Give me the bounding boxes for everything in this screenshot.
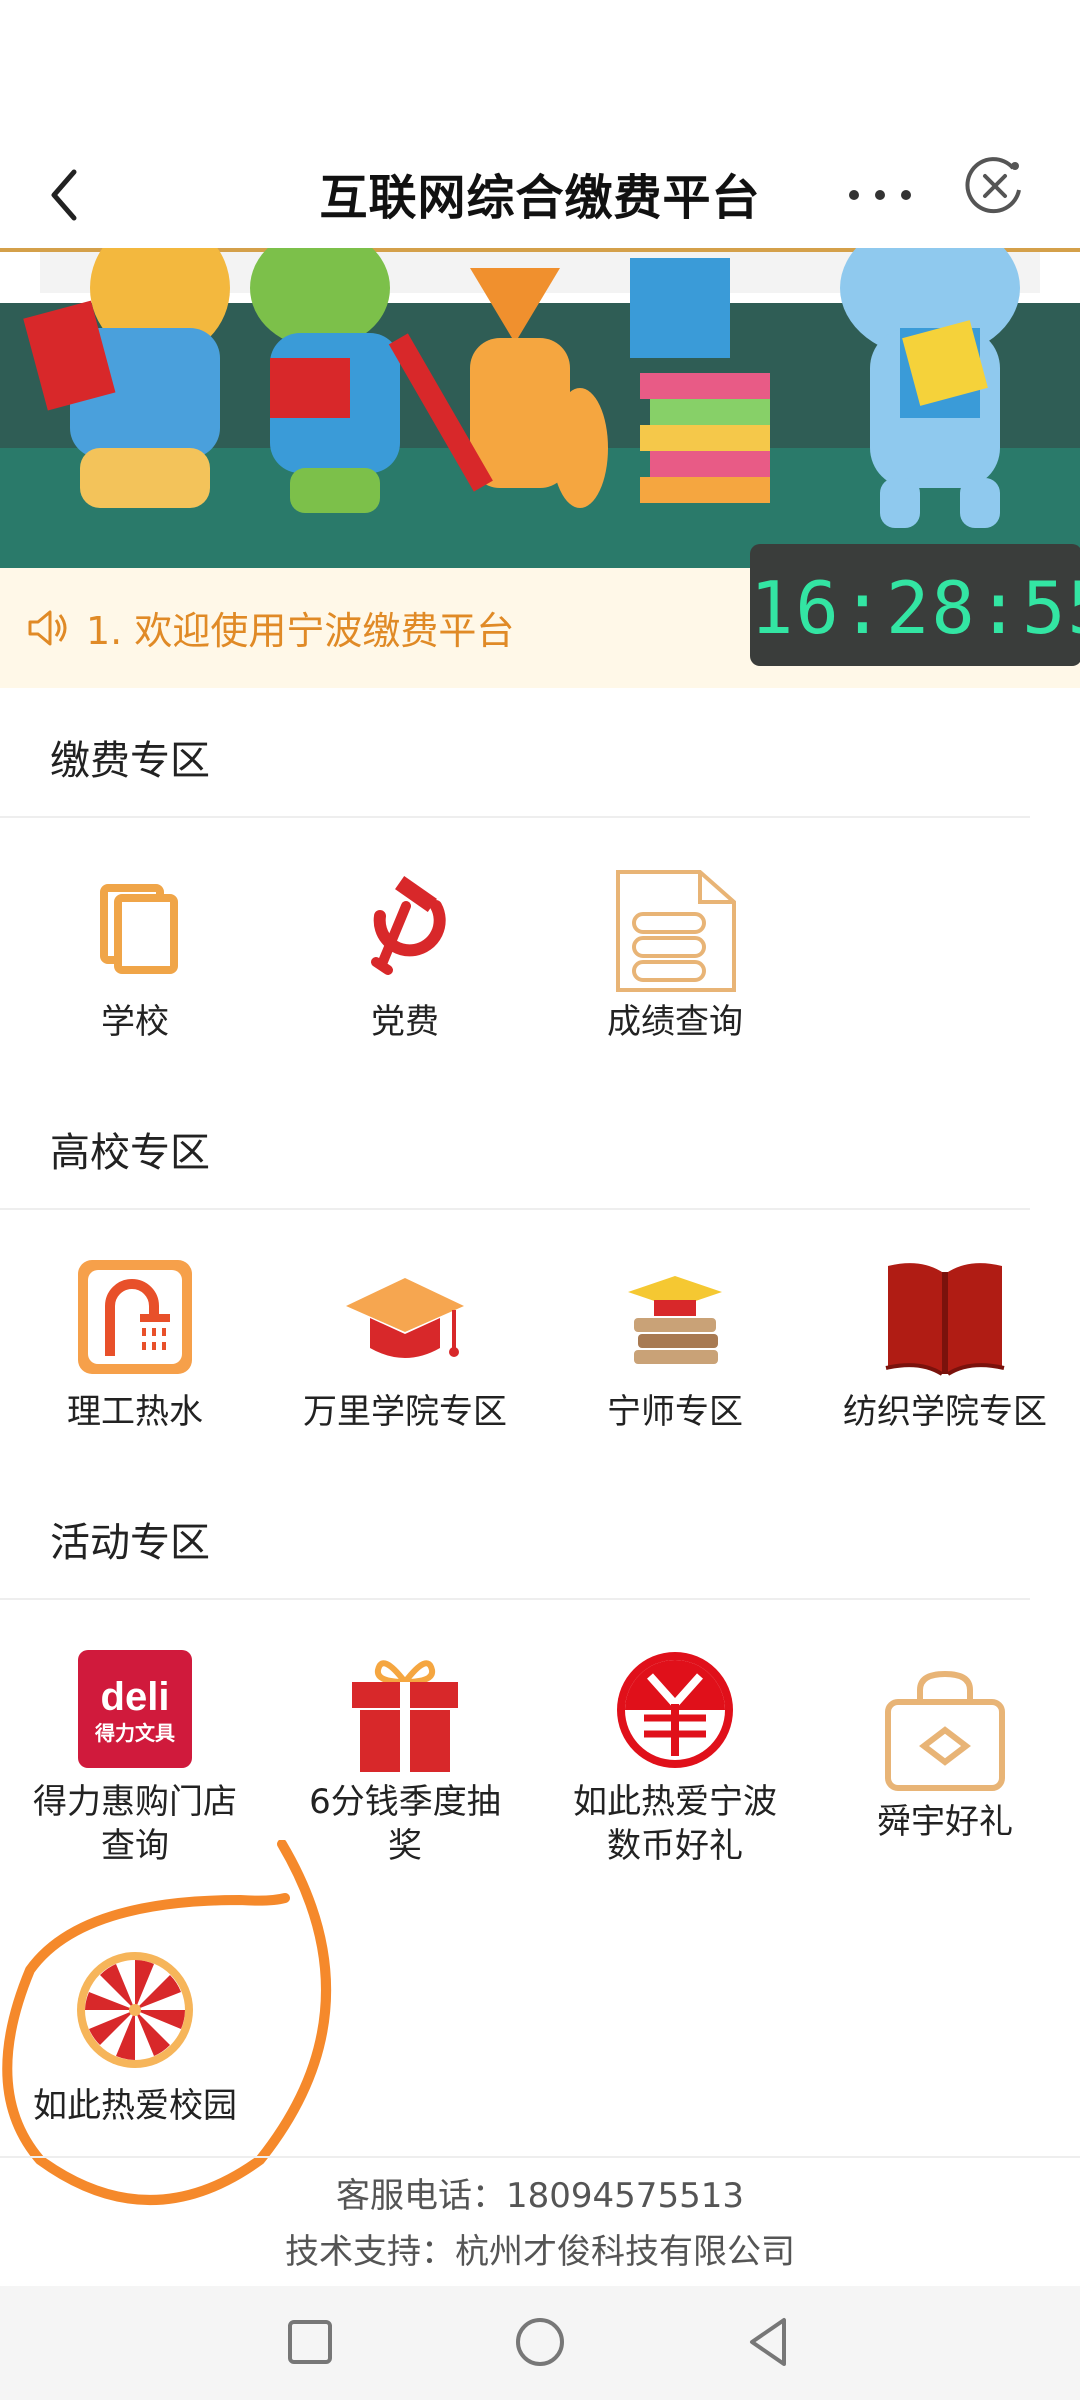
grid-item-textile[interactable]: 纺织学院专区 — [810, 1256, 1080, 1434]
item-label: 舜宇好礼 — [877, 1802, 1013, 1842]
section-title: 高校专区 — [50, 1130, 210, 1176]
item-label: 如此热爱校园 — [33, 2086, 237, 2126]
clock-display: 16:28:55 — [750, 544, 1080, 666]
documents-icon — [70, 866, 200, 996]
gift-icon — [340, 1646, 470, 1776]
section-title: 活动专区 — [50, 1520, 210, 1566]
section-header-payment: 缴费专区 — [0, 688, 1030, 818]
item-label: 成绩查询 — [607, 1002, 743, 1042]
item-label: 得力惠购门店 查询 — [33, 1782, 237, 1866]
item-label: 如此热爱宁波 数币好礼 — [573, 1782, 777, 1866]
shopping-bag-icon — [880, 1666, 1010, 1796]
grid-item-wanli[interactable]: 万里学院专区 — [270, 1256, 540, 1434]
triangle-back-icon[interactable] — [740, 2312, 800, 2372]
grid-item-school[interactable]: 学校 — [0, 866, 270, 1044]
grid-item-lottery[interactable]: 6分钱季度抽奖 — [270, 1646, 540, 1868]
more-dots-icon[interactable] — [840, 170, 920, 220]
digital-yuan-icon — [610, 1646, 740, 1776]
section-header-activity: 活动专区 — [0, 1470, 1030, 1600]
notice-text: 1. 欢迎使用宁波缴费平台 — [86, 609, 515, 653]
section-header-university: 高校专区 — [0, 1080, 1030, 1210]
speaker-icon — [24, 604, 72, 652]
books-cap-icon — [610, 1256, 740, 1386]
close-circle-icon[interactable] — [963, 154, 1027, 218]
graduation-cap-icon — [340, 1256, 470, 1386]
grid-item-sunny-gift[interactable]: 舜宇好礼 — [810, 1666, 1080, 1844]
grid-item-grade-query[interactable]: 成绩查询 — [540, 866, 810, 1044]
grid-item-digital-yuan[interactable]: 如此热爱宁波 数币好礼 — [540, 1646, 810, 1868]
section-title: 缴费专区 — [50, 738, 210, 784]
deli-logo-icon: deli 得力文具 — [70, 1646, 200, 1776]
clock-time: 16:28:55 — [750, 566, 1080, 650]
grid-item-ningshi[interactable]: 宁师专区 — [540, 1256, 810, 1434]
square-icon[interactable] — [280, 2312, 340, 2372]
item-label: 6分钱季度抽奖 — [309, 1782, 501, 1866]
item-label: 理工热水 — [67, 1392, 203, 1432]
item-label: 万里学院专区 — [303, 1392, 507, 1432]
open-book-icon — [880, 1256, 1010, 1386]
title-bar: 互联网综合缴费平台 — [0, 140, 1080, 250]
service-phone[interactable]: 客服电话：18094575513 — [0, 2168, 1080, 2224]
footer: 客服电话：18094575513 技术支持：杭州才俊科技有限公司 — [0, 2156, 1080, 2286]
item-label: 宁师专区 — [607, 1392, 743, 1432]
grid-item-deli[interactable]: deli 得力文具 得力惠购门店 查询 — [0, 1646, 270, 1868]
item-label: 学校 — [101, 1002, 169, 1042]
grid-item-party-fee[interactable]: 党费 — [270, 866, 540, 1044]
report-icon — [610, 866, 740, 996]
system-nav-bar — [0, 2286, 1080, 2400]
prize-wheel-icon — [70, 1950, 200, 2080]
banner-illustration — [0, 248, 1080, 568]
grid-item-hot-water[interactable]: 理工热水 — [0, 1256, 270, 1434]
shower-icon — [70, 1256, 200, 1386]
status-bar-area — [0, 0, 1080, 140]
tech-support: 技术支持：杭州才俊科技有限公司 — [285, 2232, 795, 2272]
hammer-sickle-icon — [340, 866, 470, 996]
deli-logo-text: deli — [101, 1675, 170, 1719]
item-label: 纺织学院专区 — [843, 1392, 1047, 1432]
grid-item-campus[interactable]: 如此热爱校园 — [0, 1950, 270, 2128]
item-label: 党费 — [371, 1002, 439, 1042]
deli-logo-subtext: 得力文具 — [94, 1721, 175, 1745]
circle-icon[interactable] — [510, 2312, 570, 2372]
